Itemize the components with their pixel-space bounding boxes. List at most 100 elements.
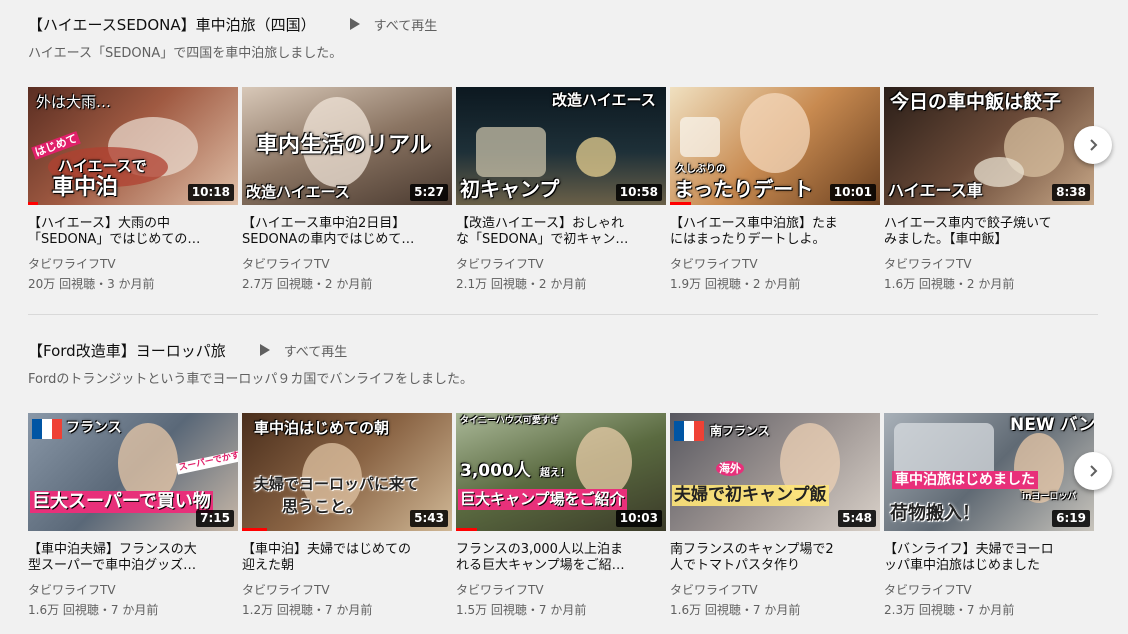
video-duration: 10:01	[829, 184, 876, 201]
chevron-right-icon	[1090, 139, 1098, 151]
video-title-line: ハイエース車内で餃子焼いて	[884, 216, 1052, 231]
thumbnail-caption: 久しぶりの	[676, 164, 726, 175]
play-all-label: すべて再生	[283, 344, 348, 360]
video-card[interactable]: 久しぶりの まったりデート 10:01 【ハイエース車中泊旅】たま にはまったり…	[670, 87, 880, 292]
channel-name[interactable]: タビワライフTV	[28, 582, 238, 598]
thumbnail-caption: 超え！	[540, 468, 570, 479]
video-thumbnail[interactable]: タイニーハウス可愛すぎ 3,000人 超え！ 巨大キャンプ場をご紹介 10:03	[456, 413, 666, 531]
thumbnail-caption: 巨大キャンプ場をご紹介	[458, 489, 627, 510]
video-meta: 2.1万 回視聴・2 か月前	[456, 277, 587, 291]
video-title[interactable]: ハイエース車内で餃子焼いて みました。【車中飯】	[884, 216, 1094, 248]
video-title[interactable]: 【バンライフ】夫婦でヨーロ ッパ車中泊旅はじめました	[884, 542, 1094, 574]
watch-progress-bar	[242, 528, 267, 531]
video-thumbnail[interactable]: 今日の車中飯は餃子 ハイエース車 8:38	[884, 87, 1094, 205]
video-card[interactable]: 車中泊はじめての朝 夫婦でヨーロッパに来て 思うこと。 5:43 【車中泊】夫婦…	[242, 413, 452, 618]
video-title-line: SEDONAの車内ではじめて…	[242, 232, 415, 247]
channel-name[interactable]: タビワライフTV	[242, 582, 452, 598]
video-title[interactable]: 【改造ハイエース】おしゃれ な「SEDONA」で初キャン…	[456, 216, 666, 248]
video-title-line: 【車中泊】夫婦ではじめての	[242, 542, 412, 557]
video-meta: 2.3万 回視聴・7 か月前	[884, 603, 1015, 617]
video-title[interactable]: 【車中泊夫婦】フランスの大 型スーパーで車中泊グッズ…	[28, 542, 238, 574]
video-title-line: 南フランスのキャンプ場で2	[670, 542, 834, 557]
thumbnail-caption: 車中泊	[52, 175, 119, 200]
play-icon	[259, 344, 270, 356]
video-thumbnail[interactable]: 改造ハイエース 初キャンプ 10:58	[456, 87, 666, 205]
shelf-header: 【Ford改造車】ヨーロッパ旅 すべて再生	[28, 338, 347, 362]
video-duration: 6:19	[1052, 510, 1090, 527]
shelf-divider	[28, 314, 1098, 315]
thumbnail-caption: ハイエース車	[888, 181, 983, 200]
video-card[interactable]: 今日の車中飯は餃子 ハイエース車 8:38 ハイエース車内で餃子焼いて みました…	[884, 87, 1094, 292]
next-arrow-button[interactable]	[1074, 452, 1112, 490]
video-meta: 1.6万 回視聴・7 か月前	[670, 603, 801, 617]
france-flag-icon	[674, 421, 704, 441]
channel-name[interactable]: タビワライフTV	[670, 582, 880, 598]
video-thumbnail[interactable]: 外は大雨… はじめて ハイエースで 車中泊 10:18	[28, 87, 238, 205]
video-meta: 1.5万 回視聴・7 か月前	[456, 603, 587, 617]
video-meta: 1.9万 回視聴・2 か月前	[670, 277, 801, 291]
thumbnail-caption: 荷物搬入！	[890, 503, 980, 524]
video-duration: 10:18	[187, 184, 234, 201]
video-card[interactable]: タイニーハウス可愛すぎ 3,000人 超え！ 巨大キャンプ場をご紹介 10:03…	[456, 413, 666, 618]
video-duration: 5:27	[410, 184, 448, 201]
video-title[interactable]: 【ハイエース】大雨の中 「SEDONA」ではじめての…	[28, 216, 238, 248]
video-title-line: 【ハイエース】大雨の中	[28, 216, 170, 231]
video-card[interactable]: フランス スーパーでかすぎ！ 巨大スーパーで買い物 7:15 【車中泊夫婦】フラ…	[28, 413, 238, 618]
video-title[interactable]: 【ハイエース車中泊2日目】 SEDONAの車内ではじめて…	[242, 216, 452, 248]
channel-name[interactable]: タビワライフTV	[456, 582, 666, 598]
channel-name[interactable]: タビワライフTV	[28, 256, 238, 272]
shelf-title[interactable]: 【ハイエースSEDONA】車中泊旅（四国）	[28, 14, 316, 35]
video-title-line: 【車中泊夫婦】フランスの大	[28, 542, 197, 557]
video-title[interactable]: フランスの3,000人以上泊ま れる巨大キャンプ場をご紹…	[456, 542, 666, 574]
video-card[interactable]: 車内生活のリアル 改造ハイエース 5:27 【ハイエース車中泊2日目】 SEDO…	[242, 87, 452, 292]
video-meta: 1.2万 回視聴・7 か月前	[242, 603, 373, 617]
video-duration: 8:38	[1052, 184, 1090, 201]
thumbnail-caption: 夫婦で初キャンプ飯	[672, 485, 829, 506]
video-title-line: 【ハイエース車中泊2日目】	[242, 216, 406, 231]
channel-name[interactable]: タビワライフTV	[456, 256, 666, 272]
video-meta: 1.6万 回視聴・7 か月前	[28, 603, 159, 617]
shelf-title[interactable]: 【Ford改造車】ヨーロッパ旅	[28, 340, 226, 361]
channel-name[interactable]: タビワライフTV	[670, 256, 880, 272]
watch-progress-bar	[670, 202, 691, 205]
video-duration: 5:43	[410, 510, 448, 527]
video-title[interactable]: 【ハイエース車中泊旅】たま にはまったりデートしよ。	[670, 216, 880, 248]
video-card[interactable]: 改造ハイエース 初キャンプ 10:58 【改造ハイエース】おしゃれ な「SEDO…	[456, 87, 666, 292]
video-title-line: 【改造ハイエース】おしゃれ	[456, 216, 624, 231]
channel-name[interactable]: タビワライフTV	[884, 256, 1094, 272]
video-thumbnail[interactable]: 久しぶりの まったりデート 10:01	[670, 87, 880, 205]
video-thumbnail[interactable]: 南フランス 海外 夫婦で初キャンプ飯 5:48	[670, 413, 880, 531]
video-title-line: ッパ車中泊旅はじめました	[884, 558, 1041, 573]
watch-progress-bar	[456, 528, 477, 531]
video-thumbnail[interactable]: フランス スーパーでかすぎ！ 巨大スーパーで買い物 7:15	[28, 413, 238, 531]
play-all-button[interactable]: すべて再生	[349, 15, 437, 34]
video-thumbnail[interactable]: 車内生活のリアル 改造ハイエース 5:27	[242, 87, 452, 205]
thumbnail-caption: 改造ハイエース	[552, 91, 656, 109]
channel-name[interactable]: タビワライフTV	[884, 582, 1094, 598]
thumbnail-caption: 思うこと。	[282, 497, 363, 516]
video-thumbnail[interactable]: NEW バン 車中泊旅はじめました inヨーロッパ 荷物搬入！ 6:19	[884, 413, 1094, 531]
video-card[interactable]: 南フランス 海外 夫婦で初キャンプ飯 5:48 南フランスのキャンプ場で2 人で…	[670, 413, 880, 618]
thumbnail-caption: inヨーロッパ	[1022, 492, 1077, 502]
thumbnail-caption: タイニーハウス可愛すぎ	[460, 416, 559, 426]
thumbnail-caption: 夫婦でヨーロッパに来て	[254, 475, 420, 493]
video-title-line: 【バンライフ】夫婦でヨーロ	[884, 542, 1054, 557]
video-title[interactable]: 南フランスのキャンプ場で2 人でトマトパスタ作り	[670, 542, 880, 574]
shelf-header: 【ハイエースSEDONA】車中泊旅（四国） すべて再生	[28, 12, 437, 36]
channel-name[interactable]: タビワライフTV	[242, 256, 452, 272]
thumbnail-caption: フランス	[66, 420, 122, 436]
video-title-line: 「SEDONA」ではじめての…	[28, 232, 201, 247]
video-title[interactable]: 【車中泊】夫婦ではじめての 迎えた朝	[242, 542, 452, 574]
video-card[interactable]: NEW バン 車中泊旅はじめました inヨーロッパ 荷物搬入！ 6:19 【バン…	[884, 413, 1094, 618]
video-title-line: 【ハイエース車中泊旅】たま	[670, 216, 838, 231]
video-title-line: 迎えた朝	[242, 558, 295, 573]
video-title-line: にはまったりデートしよ。	[670, 232, 826, 247]
video-duration: 7:15	[196, 510, 234, 527]
video-thumbnail[interactable]: 車中泊はじめての朝 夫婦でヨーロッパに来て 思うこと。 5:43	[242, 413, 452, 531]
video-card[interactable]: 外は大雨… はじめて ハイエースで 車中泊 10:18 【ハイエース】大雨の中 …	[28, 87, 238, 292]
play-all-button[interactable]: すべて再生	[259, 341, 348, 360]
video-title-line: 人でトマトパスタ作り	[670, 558, 801, 573]
video-title-line: れる巨大キャンプ場をご紹…	[456, 558, 625, 573]
thumbnail-caption: 海外	[716, 461, 744, 476]
next-arrow-button[interactable]	[1074, 126, 1112, 164]
